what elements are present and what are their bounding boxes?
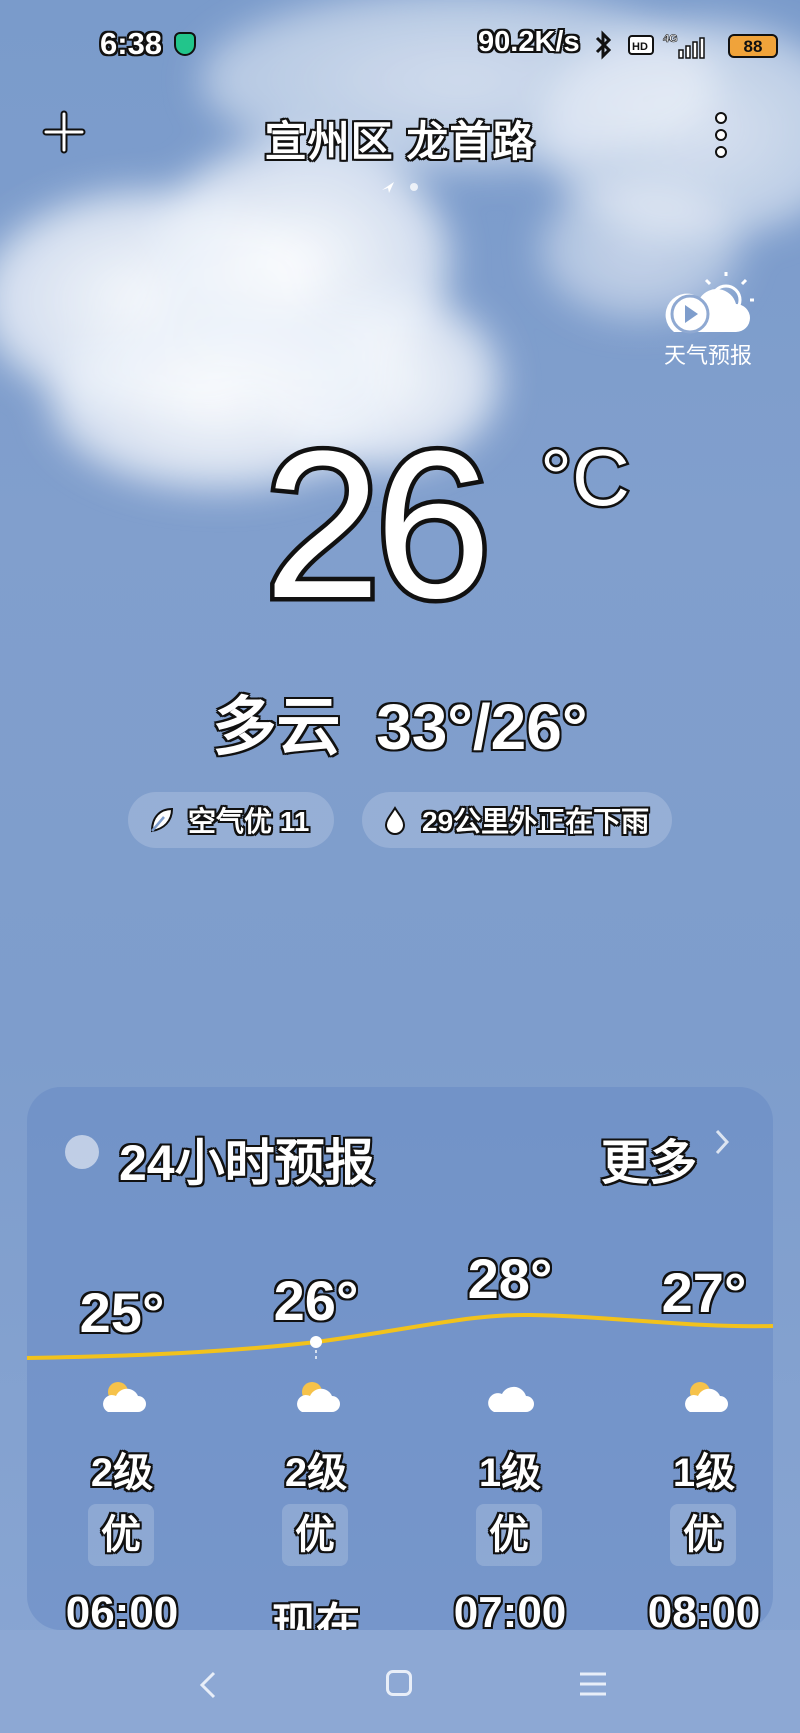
cloudy-icon [488,1386,534,1412]
hourly-wind: 1级 [672,1451,736,1495]
play-cloud-icon [665,272,754,334]
status-time: 6:38 [100,26,163,61]
rain-alert-text: 29公里外正在下雨 [422,806,650,837]
more-options-icon[interactable] [706,112,736,158]
hourly-wind: 2级 [284,1451,348,1495]
hourly-wind: 2级 [90,1451,154,1495]
weather-forecast-label: 天气预报 [663,343,752,368]
page-dot [410,183,418,191]
signal-icon [678,37,705,59]
location-title[interactable]: 宣州区 龙首路 [200,108,600,169]
hourly-wind: 1级 [478,1451,542,1495]
rain-alert-chip[interactable]: 29公里外正在下雨 [362,792,672,848]
hourly-temp: 25° [79,1281,165,1344]
network-type: 4G [663,33,678,45]
condition-summary: 多云 33°/26° [0,676,800,768]
weather-condition: 多云 [212,691,341,763]
air-quality-chip[interactable]: 空气优 11 [128,792,334,848]
water-drop-icon [384,806,406,835]
home-icon[interactable] [386,1670,412,1696]
current-temperature: 26 [260,407,497,642]
more-link[interactable]: 更多 [601,1123,697,1193]
hourly-temp: 27° [661,1261,747,1324]
hourly-aq-badge: 优 [476,1504,542,1566]
bluetooth-icon [595,30,612,60]
system-nav-bar [0,1630,800,1733]
hourly-temp: 28° [467,1247,553,1310]
partly-cloudy-icon [685,1382,728,1412]
add-city-button[interactable] [42,110,86,154]
partly-cloudy-icon [103,1382,146,1412]
location-arrow-icon [382,182,394,193]
high-low-temperature: 33°/26° [376,691,588,763]
now-marker-dot [310,1336,322,1348]
leaf-icon [150,807,174,833]
svg-text:HD: HD [632,41,648,53]
temperature-unit: °C [538,431,633,525]
hourly-aq-badge: 优 [88,1504,154,1566]
shield-icon [174,32,196,56]
hourly-aq-badge: 优 [282,1504,348,1566]
air-quality-text: 空气优 11 [188,806,310,837]
hourly-forecast-header[interactable]: 24小时预报 更多 [27,1087,773,1207]
page-indicator [382,182,418,193]
hourly-aq-badge: 优 [670,1504,736,1566]
status-bar: 6:38 90.2K/s HD 4G 88 [0,22,800,66]
battery-icon: 88 [728,34,778,58]
network-speed: 90.2K/s [478,26,580,58]
clock-icon [65,1135,99,1169]
partly-cloudy-icon [297,1382,340,1412]
chevron-right-icon[interactable] [711,1127,735,1157]
hourly-temp: 26° [273,1269,359,1332]
back-icon[interactable] [196,1670,220,1700]
hourly-forecast-title: 24小时预报 [119,1135,375,1191]
weather-forecast-video-button[interactable]: 天气预报 [660,270,756,370]
recents-icon[interactable] [578,1670,608,1698]
